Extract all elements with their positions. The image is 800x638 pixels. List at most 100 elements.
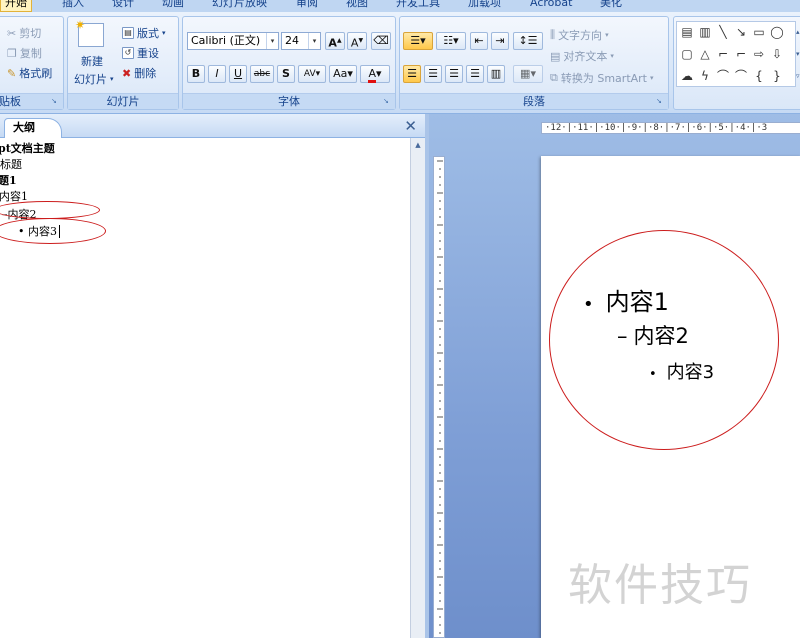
- reset-button[interactable]: ↺ 重设: [122, 45, 159, 61]
- ribbon-tab-strip: 开始 插入 设计 动画 幻灯片放映 审阅 视图 开发工具 加载项 Acrobat…: [0, 0, 800, 12]
- tab-design[interactable]: 设计: [112, 0, 134, 12]
- tab-insert[interactable]: 插入: [62, 0, 84, 12]
- delete-slide-button[interactable]: ✖ 删除: [122, 65, 156, 81]
- chevron-down-icon: ▾: [605, 31, 609, 39]
- paragraph-launcher-icon[interactable]: ↘: [656, 97, 665, 106]
- align-center-icon: ☰: [428, 67, 438, 80]
- right-brace-shape-icon[interactable]: }: [769, 68, 785, 84]
- scissors-icon: ✂: [7, 26, 17, 40]
- copy-button[interactable]: ❐ 复制: [7, 45, 42, 61]
- italic-button[interactable]: I: [208, 65, 226, 83]
- text-direction-button[interactable]: ⫼ 文字方向 ▾: [550, 27, 609, 43]
- powerpoint-window: 开始 插入 设计 动画 幻灯片放映 审阅 视图 开发工具 加载项 Acrobat…: [0, 0, 800, 638]
- left-brace-shape-icon[interactable]: {: [751, 68, 767, 84]
- distribute-icon: ▥: [490, 67, 502, 80]
- copy-icon: ❐: [7, 46, 17, 60]
- arc-shape-icon[interactable]: ⌒: [733, 68, 749, 84]
- shapes-gallery[interactable]: ▤ ▥ ╲ ↘ ▭ ◯ ▢ △ ⌐ ⌐ ⇨ ⇩ ☁ ϟ ⌒ ⌒ { }: [676, 21, 796, 87]
- vertical-textbox-shape-icon[interactable]: ▥: [697, 24, 713, 40]
- tab-view[interactable]: 视图: [346, 0, 368, 12]
- reset-icon: ↺: [122, 47, 134, 59]
- justify-icon: ☰: [470, 67, 480, 80]
- down-arrow-shape-icon[interactable]: ⇩: [769, 46, 785, 62]
- distribute-button[interactable]: ▥: [487, 65, 505, 83]
- elbow-arrow-shape-icon[interactable]: ⌐: [733, 46, 749, 62]
- numbering-button[interactable]: ☷▾: [436, 32, 466, 50]
- tab-developer[interactable]: 开发工具: [396, 0, 440, 12]
- align-text-icon: ▤: [550, 49, 561, 63]
- font-name-combo[interactable]: Calibri (正文) ▾: [187, 32, 279, 50]
- chevron-down-icon: ▾: [266, 33, 278, 49]
- smartart-icon: ⧉: [550, 71, 558, 84]
- align-left-icon: ☰: [407, 67, 417, 80]
- tab-acrobat[interactable]: Acrobat: [530, 0, 572, 12]
- layout-button[interactable]: ▤ 版式 ▾: [122, 25, 166, 41]
- convert-smartart-button[interactable]: ⧉ 转换为 SmartArt ▾: [550, 70, 654, 86]
- tab-slideshow[interactable]: 幻灯片放映: [212, 0, 267, 12]
- clipboard-launcher-icon[interactable]: ↘: [51, 97, 60, 106]
- bullets-button[interactable]: ☰▾: [403, 32, 433, 50]
- lightning-shape-icon[interactable]: ϟ: [697, 68, 713, 84]
- shadow-button[interactable]: S: [277, 65, 295, 83]
- change-case-button[interactable]: Aa▾: [329, 65, 357, 83]
- align-center-button[interactable]: ☰: [424, 65, 442, 83]
- shrink-font-button[interactable]: A▼: [347, 32, 367, 50]
- new-slide-label-2[interactable]: 幻灯片 ▾: [74, 71, 114, 87]
- tab-beautify[interactable]: 美化: [600, 0, 622, 12]
- text-direction-icon: ⫼: [550, 28, 556, 41]
- format-painter-button[interactable]: ✎ 格式刷: [7, 65, 52, 81]
- curve-shape-icon[interactable]: ⌒: [715, 68, 731, 84]
- grow-font-button[interactable]: A▲: [325, 32, 345, 50]
- scroll-up-icon[interactable]: ▲: [413, 141, 423, 151]
- freeform-shape-icon[interactable]: ☁: [679, 68, 695, 84]
- cut-button[interactable]: ✂ 剪切: [7, 25, 41, 41]
- close-icon[interactable]: ✕: [404, 117, 417, 135]
- justify-button[interactable]: ☰: [466, 65, 484, 83]
- align-text-button[interactable]: ▤ 对齐文本 ▾: [550, 48, 614, 64]
- chevron-down-icon: ▾: [610, 52, 614, 60]
- tab-outline[interactable]: 大纲: [4, 118, 62, 138]
- highlight-ellipse: [0, 201, 100, 219]
- outline-scrollbar[interactable]: ▲: [410, 138, 425, 638]
- line-shape-icon[interactable]: ╲: [715, 24, 731, 40]
- clear-format-icon[interactable]: ⌫: [371, 32, 391, 50]
- gallery-scroll[interactable]: ▴ ▾ ▿: [796, 21, 800, 87]
- elbow-connector-shape-icon[interactable]: ⌐: [715, 46, 731, 62]
- slides-group: ✷ 新建 幻灯片 ▾ ▤ 版式 ▾ ↺ 重设 ✖ 删除 幻灯片: [67, 16, 179, 110]
- decrease-indent-button[interactable]: ⇤: [470, 32, 488, 50]
- outline-pane: 大纲 ✕ pt文档主题 标题 题1 内容1 –内容2 • 内容3 ▲: [0, 114, 425, 638]
- vertical-ruler: [433, 156, 445, 638]
- align-left-button[interactable]: ☰: [403, 65, 421, 83]
- strikethrough-button[interactable]: abc: [250, 65, 274, 83]
- align-right-button[interactable]: ☰: [445, 65, 463, 83]
- new-slide-icon[interactable]: ✷: [75, 18, 104, 47]
- oval-shape-icon[interactable]: ◯: [769, 24, 785, 40]
- rounded-rect-shape-icon[interactable]: ▢: [679, 46, 695, 62]
- outline-text-area[interactable]: pt文档主题 标题 题1 内容1 –内容2 • 内容3: [0, 138, 410, 638]
- tab-animation[interactable]: 动画: [162, 0, 184, 12]
- font-color-button[interactable]: A▾: [360, 65, 390, 83]
- columns-button[interactable]: ▦▾: [513, 65, 543, 83]
- line-spacing-button[interactable]: ↕☰: [513, 32, 543, 50]
- arrow-line-shape-icon[interactable]: ↘: [733, 24, 749, 40]
- ribbon: ✂ 剪切 ❐ 复制 ✎ 格式刷 贴板 ↘ ✷ 新建 幻灯片 ▾ ▤ 版式 ▾ ↺ 重设 ✖ 删除…: [0, 12, 800, 114]
- char-spacing-button[interactable]: AV▾: [298, 65, 326, 83]
- triangle-shape-icon[interactable]: △: [697, 46, 713, 62]
- line-spacing-icon: ↕☰: [518, 34, 538, 47]
- font-size-combo[interactable]: 24 ▾: [281, 32, 321, 50]
- tab-home[interactable]: 开始: [0, 0, 32, 12]
- tab-addins[interactable]: 加载项: [468, 0, 501, 12]
- new-slide-label-1[interactable]: 新建: [81, 53, 103, 69]
- bold-button[interactable]: B: [187, 65, 205, 83]
- chevron-down-icon: ▾: [162, 29, 166, 37]
- outline-subtitle: 标题: [0, 158, 22, 171]
- tab-review[interactable]: 审阅: [296, 0, 318, 12]
- underline-button[interactable]: U: [229, 65, 247, 83]
- textbox-shape-icon[interactable]: ▤: [679, 24, 695, 40]
- clipboard-group: ✂ 剪切 ❐ 复制 ✎ 格式刷 贴板 ↘: [0, 16, 64, 110]
- align-right-icon: ☰: [449, 67, 459, 80]
- right-arrow-shape-icon[interactable]: ⇨: [751, 46, 767, 62]
- font-launcher-icon[interactable]: ↘: [383, 97, 392, 106]
- rectangle-shape-icon[interactable]: ▭: [751, 24, 767, 40]
- increase-indent-button[interactable]: ⇥: [491, 32, 509, 50]
